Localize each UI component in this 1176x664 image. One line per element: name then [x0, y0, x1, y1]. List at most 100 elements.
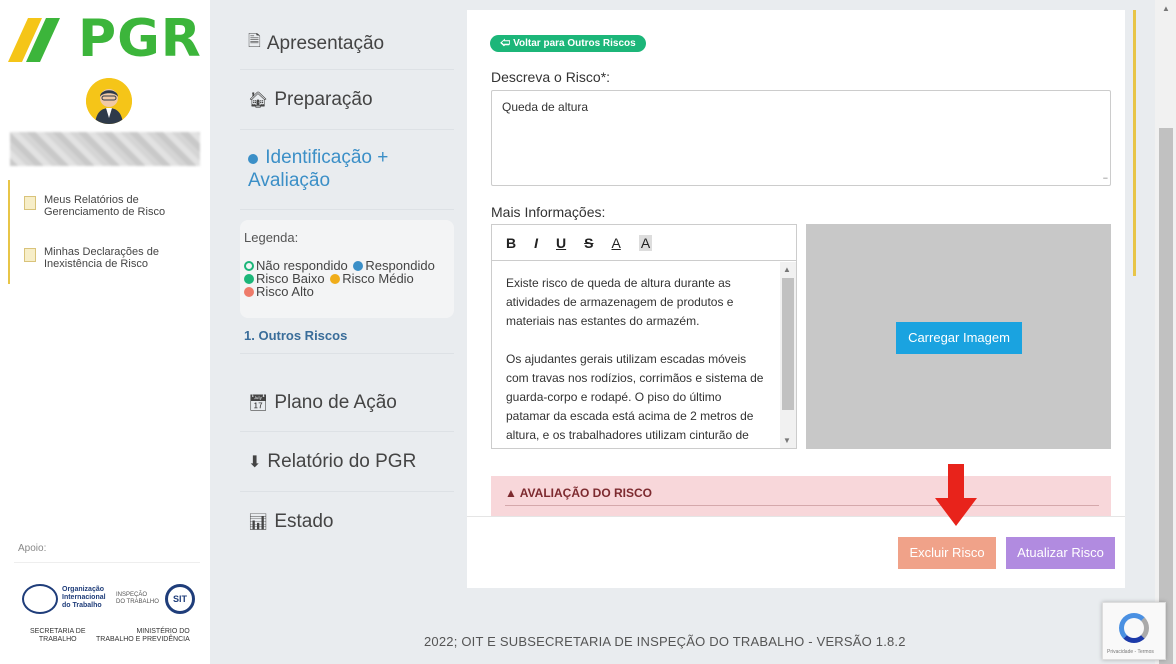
warning-circle-icon	[330, 274, 341, 284]
sidebar-item-label: Meus Relatórios de Gerenciamento de Risc…	[44, 194, 166, 218]
describe-risk-label: Descreva o Risco*:	[491, 69, 611, 85]
step-identificacao[interactable]: Identificação + Avaliação	[240, 130, 454, 210]
risk-assessment-panel: ▲ AVALIAÇÃO DO RISCO	[491, 476, 1111, 516]
legend-high: Risco Alto	[256, 284, 314, 299]
home-icon: 🏠︎	[248, 92, 269, 109]
step-estado[interactable]: 📊︎ Estado	[240, 492, 454, 552]
update-risk-button[interactable]: Atualizar Risco	[1006, 537, 1115, 569]
step-label: 📊︎ Estado	[248, 511, 333, 533]
sit-seal: SIT	[165, 584, 195, 614]
circle-outline-icon	[244, 261, 254, 271]
sidebar: PGR Meus Relatórios de Gerenciamento de …	[0, 0, 210, 664]
editor-scrollbar[interactable]: ▲ ▼	[780, 262, 796, 448]
sub-step-divider	[240, 316, 454, 354]
download-icon: ⬇︎	[248, 454, 262, 471]
strikethrough-button[interactable]: S	[584, 235, 593, 251]
editor-paragraph: Existe risco de queda de altura durante …	[506, 276, 734, 328]
annotation-arrow-icon	[935, 464, 977, 526]
user-avatar-icon	[86, 78, 132, 124]
warning-triangle-icon: ▲	[505, 486, 520, 500]
scroll-accent	[1133, 10, 1136, 276]
logo-slashes-icon	[8, 18, 60, 62]
step-text: Estado	[274, 511, 334, 532]
pgr-logo[interactable]: PGR	[8, 10, 208, 68]
x-circle-icon	[244, 287, 254, 297]
editor-toolbar: B I U S A A	[492, 225, 796, 261]
step-text-value: Identificação + Avaliação	[248, 147, 389, 191]
upload-image-button[interactable]: Carregar Imagem	[896, 322, 1022, 354]
highlight-button[interactable]: A	[638, 234, 653, 251]
step-text: Preparação	[274, 89, 373, 110]
step-relatorio[interactable]: ⬇︎ Relatório do PGR	[240, 432, 454, 492]
document-icon	[24, 248, 36, 262]
step-label: ⬇︎ Relatório do PGR	[248, 451, 416, 473]
arrow-left-icon: 🢠	[500, 38, 514, 49]
secretaria-label: SECRETARIA DE TRABALHO	[30, 628, 86, 643]
check-circle-icon	[248, 154, 258, 164]
oit-name: Organização Internacional do Trabalho	[62, 586, 106, 609]
delete-risk-button[interactable]: Excluir Risco	[898, 537, 996, 569]
step-preparacao[interactable]: 🏠︎ Preparação	[240, 70, 454, 130]
more-info-label: Mais Informações:	[491, 204, 606, 220]
describe-risk-value: Queda de altura	[502, 100, 589, 114]
editor-paragraph: Os ajudantes gerais utilizam escadas móv…	[506, 352, 764, 442]
step-label: 📅︎ Plano de Ação	[248, 392, 397, 414]
resize-grip-icon[interactable]: −	[1103, 173, 1108, 183]
username-blurred	[10, 132, 200, 166]
step-plano-acao[interactable]: 📅︎ Plano de Ação	[240, 354, 454, 432]
image-dropzone: Carregar Imagem	[806, 224, 1111, 449]
calendar-icon: 📅︎	[248, 395, 269, 412]
apoio-label: Apoio:	[18, 543, 47, 554]
legend-row: Risco Alto	[244, 285, 450, 298]
back-button-label: Voltar para Outros Riscos	[513, 38, 636, 49]
oit-sit-logo: Organização Internacional do Trabalho IN…	[22, 584, 198, 614]
scroll-up-icon[interactable]: ▲	[783, 265, 791, 274]
rich-text-editor[interactable]: B I U S A A Existe risco de queda de alt…	[491, 224, 797, 449]
check-circle-icon	[353, 261, 364, 271]
underline-button[interactable]: U	[556, 235, 566, 251]
font-color-button[interactable]: A	[611, 235, 620, 251]
step-text: Relatório do PGR	[267, 451, 417, 472]
bold-button[interactable]: B	[506, 235, 516, 251]
scrollbar-thumb[interactable]	[1159, 128, 1173, 664]
check-circle-icon	[244, 274, 254, 284]
scrollbar-thumb[interactable]	[782, 278, 794, 410]
oit-globe-icon	[22, 584, 58, 614]
document-icon	[24, 196, 36, 210]
divider	[505, 505, 1099, 506]
editor-content[interactable]: Existe risco de queda de altura durante …	[492, 262, 780, 448]
file-icon: 🗎	[248, 33, 261, 50]
step-text: Plano de Ação	[274, 392, 397, 413]
divider	[14, 562, 200, 563]
step-apresentacao[interactable]: 🗎 Apresentação	[240, 10, 454, 70]
avatar[interactable]	[86, 78, 132, 124]
scroll-up-icon[interactable]: ▲	[1162, 4, 1170, 13]
bar-chart-icon: 📊︎	[248, 514, 269, 531]
inspecao-label: INSPEÇÃO DO TRABALHO	[116, 592, 159, 605]
ministerio-label: MINISTÉRIO DO TRABALHO E PREVIDÊNCIA	[96, 628, 190, 643]
risk-assessment-text: AVALIAÇÃO DO RISCO	[519, 486, 652, 500]
step-text: Identificação + Avaliação	[248, 146, 448, 192]
describe-risk-textarea[interactable]: Queda de altura −	[491, 90, 1111, 186]
sidebar-item-label: Minhas Declarações de Inexistência de Ri…	[44, 246, 159, 270]
back-to-risks-button[interactable]: 🢠 Voltar para Outros Riscos	[490, 35, 646, 52]
step-label: Identificação + Avaliação	[248, 146, 448, 192]
recaptcha-icon	[1119, 613, 1149, 643]
risk-assessment-title: ▲ AVALIAÇÃO DO RISCO	[505, 486, 652, 500]
step-label: 🏠︎ Preparação	[248, 89, 373, 111]
recaptcha-badge[interactable]: Privacidade - Termos	[1102, 602, 1166, 660]
scroll-down-icon[interactable]: ▼	[783, 436, 791, 445]
sidebar-item-declaracoes[interactable]: Minhas Declarações de Inexistência de Ri…	[24, 246, 159, 270]
recaptcha-terms[interactable]: Privacidade - Termos	[1107, 649, 1154, 655]
logo-text: PGR	[78, 9, 202, 69]
risk-form-card: 🢠 Voltar para Outros Riscos Descreva o R…	[467, 10, 1125, 588]
side-nav: Meus Relatórios de Gerenciamento de Risc…	[8, 180, 208, 284]
form-actions: Excluir Risco Atualizar Risco	[467, 516, 1125, 588]
sidebar-item-relatorios[interactable]: Meus Relatórios de Gerenciamento de Risc…	[24, 194, 165, 218]
italic-button[interactable]: I	[534, 235, 538, 251]
legend-medium: Risco Médio	[342, 271, 414, 286]
copyright-footer: 2022; OIT E SUBSECRETARIA DE INSPEÇÃO DO…	[424, 634, 906, 649]
step-label: 🗎 Apresentação	[248, 30, 384, 57]
legend-title: Legenda:	[244, 230, 299, 245]
page-scrollbar[interactable]: ▲	[1155, 0, 1176, 664]
